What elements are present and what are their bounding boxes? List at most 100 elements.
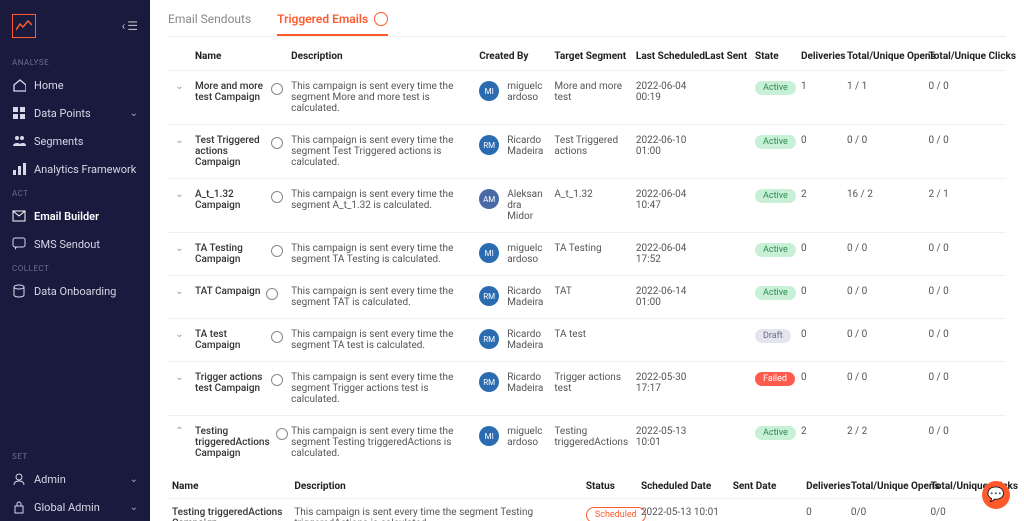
refresh-icon xyxy=(271,137,283,149)
child-name[interactable]: Testing triggeredActions Campaign xyxy=(168,499,290,521)
last-sent xyxy=(701,179,751,233)
table-row: ⌄More and more test Campaign This campaig… xyxy=(168,71,1006,125)
campaign-desc: This campaign is sent every time the seg… xyxy=(287,71,475,125)
table-row: ⌄Test Triggered actions CampaignThis cam… xyxy=(168,125,1006,179)
state-badge: Draft xyxy=(755,329,791,343)
sidebar-item-label: SMS Sendout xyxy=(34,238,100,251)
refresh-icon xyxy=(266,288,278,300)
avatar: MI xyxy=(479,81,499,101)
expand-toggle[interactable]: ⌄ xyxy=(168,71,191,125)
creator-name: Ricardo Madeira xyxy=(507,372,546,394)
campaign-name[interactable]: Trigger actions test Campaign xyxy=(195,372,265,394)
clicks: 0 / 0 xyxy=(924,71,1006,125)
creator-name: miguelcardoso xyxy=(507,243,546,265)
table-row: ⌄A_t_1.32 CampaignThis campaign is sent … xyxy=(168,179,1006,233)
segment: Trigger actions test xyxy=(550,362,632,416)
refresh-icon xyxy=(271,331,283,343)
col-segment[interactable]: Target Segment xyxy=(550,45,632,71)
col-sent[interactable]: Last Sent xyxy=(701,45,751,71)
state-badge: Active xyxy=(755,426,796,440)
campaign-name[interactable]: TA test Campaign xyxy=(195,329,265,351)
sidebar-item-segments[interactable]: Segments xyxy=(0,127,150,155)
state-badge: Active xyxy=(755,286,796,300)
last-scheduled: 2022-06-14 01:00 xyxy=(632,276,701,319)
tab-email-sendouts[interactable]: Email Sendouts xyxy=(168,8,251,36)
chevron-left-icon: ‹ xyxy=(122,19,126,33)
sidebar-item-label: Data Points xyxy=(34,107,91,120)
campaign-name[interactable]: TA Testing Campaign xyxy=(195,243,265,265)
col-description[interactable]: Description xyxy=(287,45,475,71)
deliveries: 0 xyxy=(797,319,843,362)
col-clicks[interactable]: Total/Unique Clicks xyxy=(924,45,1006,71)
child-col-del: Deliveries xyxy=(802,473,847,499)
creator-name: miguelcardoso xyxy=(507,426,546,448)
chat-icon: 💬 xyxy=(987,487,1004,503)
clicks: 0 / 0 xyxy=(924,233,1006,276)
tab-triggered-emails[interactable]: Triggered Emails xyxy=(277,8,388,36)
last-scheduled: 2022-06-10 01:00 xyxy=(632,125,701,179)
creator-name: Ricardo Madeira xyxy=(507,286,546,308)
expand-toggle[interactable]: ⌃ xyxy=(168,416,191,470)
main-content: Email Sendouts Triggered Emails Name Des… xyxy=(150,0,1024,521)
deliveries: 0 xyxy=(797,125,843,179)
sms-icon xyxy=(12,237,26,251)
state-badge: Active xyxy=(755,243,796,257)
col-opens[interactable]: Total/Unique Opens xyxy=(843,45,925,71)
segment: Testing triggeredActions xyxy=(550,416,632,470)
campaign-name[interactable]: TAT Campaign xyxy=(195,286,260,297)
deliveries: 0 xyxy=(797,362,843,416)
collapse-sidebar-button[interactable]: ‹ ☰ xyxy=(122,19,138,33)
sidebar-item-label: Admin xyxy=(34,473,66,486)
expand-toggle[interactable]: ⌄ xyxy=(168,319,191,362)
expand-toggle[interactable]: ⌄ xyxy=(168,125,191,179)
mail-icon xyxy=(12,209,26,223)
admin-icon xyxy=(12,472,26,486)
col-creator[interactable]: Created By xyxy=(475,45,550,71)
section-label: SET xyxy=(0,446,150,465)
sidebar-item-data-onboarding[interactable]: Data Onboarding xyxy=(0,277,150,305)
segment: TA test xyxy=(550,319,632,362)
chevron-down-icon: ⌄ xyxy=(130,474,138,485)
col-state[interactable]: State xyxy=(751,45,797,71)
last-sent xyxy=(701,276,751,319)
child-col-sdate: Scheduled Date xyxy=(637,473,729,499)
segment: TA Testing xyxy=(550,233,632,276)
sidebar-item-data-points[interactable]: Data Points⌄ xyxy=(0,99,150,127)
last-scheduled: 2022-05-30 17:17 xyxy=(632,362,701,416)
child-desc: This campaign is sent every time the seg… xyxy=(290,499,582,521)
expand-toggle[interactable]: ⌄ xyxy=(168,276,191,319)
chevron-down-icon: ⌄ xyxy=(130,502,138,513)
last-scheduled: 2022-06-04 17:52 xyxy=(632,233,701,276)
child-deliveries: 0 xyxy=(802,499,847,521)
expand-toggle[interactable]: ⌄ xyxy=(168,233,191,276)
db-icon xyxy=(12,284,26,298)
expand-toggle[interactable]: ⌄ xyxy=(168,179,191,233)
campaign-name[interactable]: Test Triggered actions Campaign xyxy=(195,135,265,168)
expand-toggle[interactable]: ⌄ xyxy=(168,362,191,416)
campaign-desc: This campaign is sent every time the seg… xyxy=(287,416,475,470)
sidebar-item-home[interactable]: Home xyxy=(0,71,150,99)
campaign-name[interactable]: More and more test Campaign xyxy=(195,81,265,103)
sidebar-item-global-admin[interactable]: Global Admin⌄ xyxy=(0,493,150,521)
opens: 16 / 2 xyxy=(843,179,925,233)
opens: 2 / 2 xyxy=(843,416,925,470)
bars-icon xyxy=(12,162,26,176)
campaign-desc: This campaign is sent every time the seg… xyxy=(287,362,475,416)
col-name[interactable]: Name xyxy=(191,45,287,71)
last-scheduled: 2022-06-04 00:19 xyxy=(632,71,701,125)
sidebar-item-sms-sendout[interactable]: SMS Sendout xyxy=(0,230,150,258)
sidebar-item-analytics-framework[interactable]: Analytics Framework xyxy=(0,155,150,183)
chat-fab[interactable]: 💬 xyxy=(982,481,1010,509)
sidebar-item-email-builder[interactable]: Email Builder xyxy=(0,202,150,230)
sidebar-item-admin[interactable]: Admin ⌄ xyxy=(0,465,150,493)
child-col-sent: Sent Date xyxy=(729,473,802,499)
campaign-name[interactable]: Testing triggeredActions Campaign xyxy=(195,426,270,459)
state-badge: Active xyxy=(755,135,796,149)
segment: TAT xyxy=(550,276,632,319)
table-row: ⌄TA test CampaignThis campaign is sent e… xyxy=(168,319,1006,362)
col-scheduled[interactable]: Last Scheduled xyxy=(632,45,701,71)
campaign-name[interactable]: A_t_1.32 Campaign xyxy=(195,189,265,211)
avatar: RM xyxy=(479,286,499,306)
col-deliveries[interactable]: Deliveries xyxy=(797,45,843,71)
child-col-status: Status xyxy=(582,473,637,499)
